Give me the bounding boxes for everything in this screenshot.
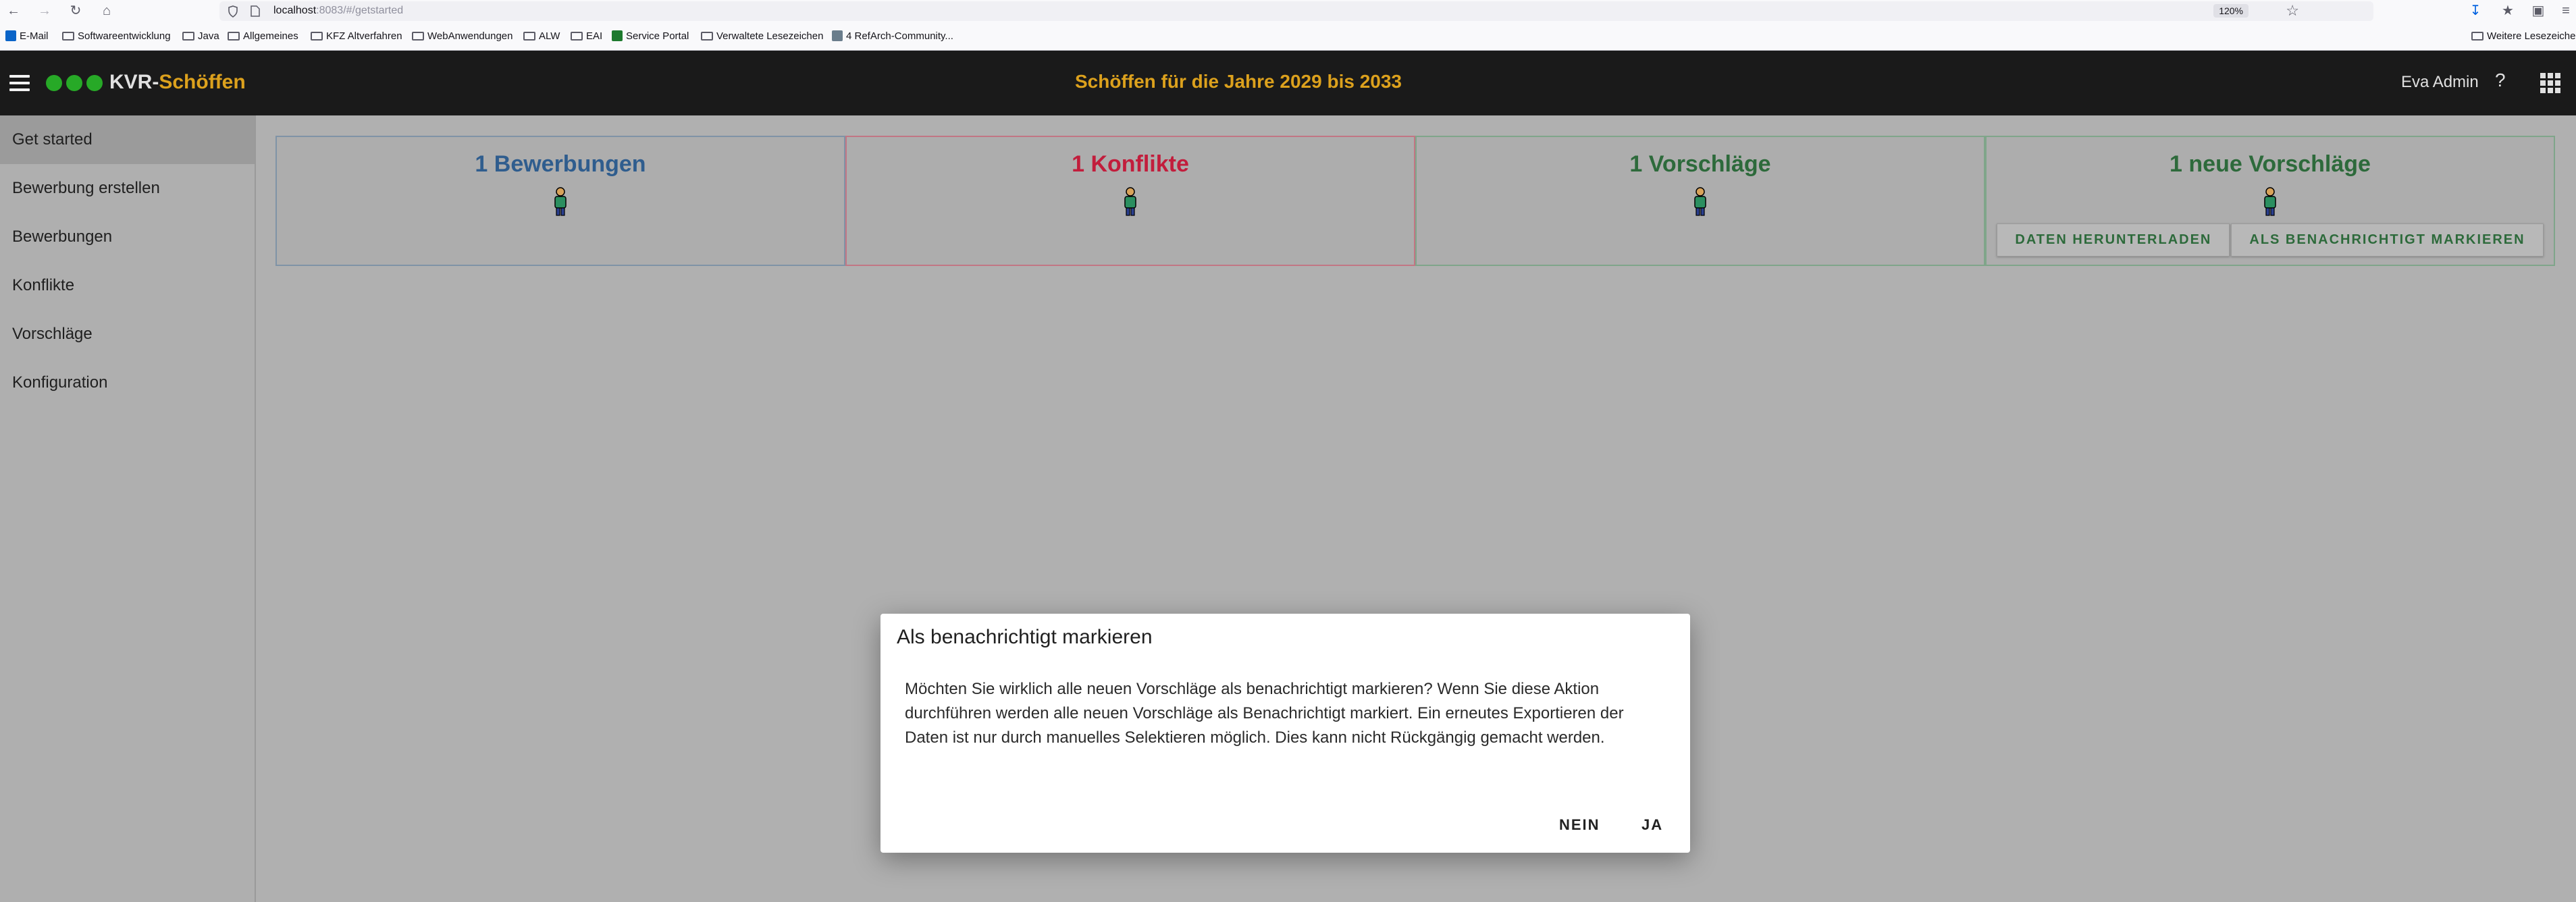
bookmarks-bar: E-Mail Softwareentwicklung Java Allgemei… [0,22,2576,51]
bookmark-folder[interactable]: Softwareentwicklung [62,30,171,42]
dialog-title: Als benachrichtigt markieren [897,626,1153,648]
bookmark-label: Weitere Lesezeichen [2487,30,2576,42]
sidebar-item-konflikte[interactable]: Konflikte [0,261,255,310]
shield-icon [228,5,238,18]
folder-icon [523,32,535,41]
folder-icon [412,32,424,41]
bookmark-folder[interactable]: Allgemeines [228,30,298,42]
folder-icon [182,32,194,41]
bookmark-refarch[interactable]: 4 RefArch-Community... [832,30,953,42]
card-neue-vorschlaege: 1 neue Vorschläge DATEN HERUNTERLADEN ALS… [1985,136,2555,266]
person-icon [1124,187,1136,216]
url-text[interactable]: localhost:8083/#/getstarted [273,5,403,17]
bookmark-label: ALW [539,30,560,42]
browser-toolbar: ← → ↻ ⌂ localhost:8083/#/getstarted 120%… [0,0,2576,23]
download-icon[interactable]: ↧ [2466,1,2485,20]
bookmark-label: EAI [586,30,603,42]
bookmark-label: Allgemeines [243,30,298,42]
card-title: 1 Vorschläge [1629,151,1771,177]
bookmark-label: Java [198,30,219,42]
sidebar: Get started Bewerbung erstellen Bewerbun… [0,115,256,902]
reload-icon[interactable]: ↻ [66,1,85,20]
folder-icon [571,32,583,41]
url-path: :8083/#/getstarted [316,5,404,16]
user-name[interactable]: Eva Admin [2401,73,2479,92]
person-icon [554,187,567,216]
url-bar[interactable]: localhost:8083/#/getstarted 120% ☆ [219,1,2373,21]
download-data-button[interactable]: DATEN HERUNTERLADEN [1997,223,2230,257]
person-icon [1694,187,1706,216]
bookmark-folder[interactable]: Java [182,30,219,42]
no-button[interactable]: NEIN [1552,812,1607,838]
extension-icon[interactable]: ★ [2498,1,2517,20]
card-konflikte[interactable]: 1 Konflikte [845,136,1415,266]
bookmark-label: Verwaltete Lesezeichen [716,30,824,42]
page-icon [251,5,260,17]
app-bar: KVR-Schöffen Schöffen für die Jahre 2029… [0,51,2576,115]
zoom-level[interactable]: 120% [2213,4,2249,18]
bookmark-folder[interactable]: WebAnwendungen [412,30,513,42]
help-icon[interactable]: ? [2495,70,2506,91]
card-vorschlaege[interactable]: 1 Vorschläge [1415,136,1985,266]
card-actions: DATEN HERUNTERLADEN ALS BENACHRICHTIGT MA… [1987,223,2554,257]
period-title: Schöffen für die Jahre 2029 bis 2033 [1075,71,1402,92]
bookmark-service-portal[interactable]: Service Portal [612,30,689,42]
sidebar-item-bewerbung-erstellen[interactable]: Bewerbung erstellen [0,164,255,213]
confirm-dialog: Als benachrichtigt markieren Möchten Sie… [880,614,1690,853]
back-icon[interactable]: ← [4,1,23,20]
bookmark-label: E-Mail [20,30,49,42]
person-icon [2264,187,2276,216]
card-bewerbungen[interactable]: 1 Bewerbungen [275,136,845,266]
sidebar-item-vorschlaege[interactable]: Vorschläge [0,310,255,359]
url-host: localhost [273,5,317,16]
folder-icon [62,32,74,41]
bookmark-label: 4 RefArch-Community... [846,30,953,42]
mark-notified-button[interactable]: ALS BENACHRICHTIGT MARKIEREN [2231,223,2544,257]
home-icon[interactable]: ⌂ [97,1,116,20]
folder-icon [701,32,713,41]
folder-icon [311,32,323,41]
apps-grid-icon[interactable] [2540,73,2560,93]
outlook-icon [5,30,16,41]
bookmark-folder[interactable]: ALW [523,30,560,42]
folder-icon [228,32,240,41]
yes-button[interactable]: JA [1635,812,1670,838]
card-title: 1 neue Vorschläge [2170,151,2371,177]
bookmark-email[interactable]: E-Mail [5,30,49,42]
sidebar-item-konfiguration[interactable]: Konfiguration [0,359,255,407]
other-bookmarks[interactable]: Weitere Lesezeichen [2471,30,2576,42]
bookmark-label: Softwareentwicklung [78,30,171,42]
sidebar-item-bewerbungen[interactable]: Bewerbungen [0,213,255,261]
bookmark-folder[interactable]: KFZ Altverfahren [311,30,402,42]
dialog-message: Möchten Sie wirklich alle neuen Vorschlä… [905,680,1624,747]
folder-icon [2471,32,2483,41]
sidebar-item-get-started[interactable]: Get started [0,115,255,164]
bookmark-label: Service Portal [626,30,689,42]
bookmark-label: KFZ Altverfahren [326,30,402,42]
bookmark-label: WebAnwendungen [427,30,513,42]
forward-icon[interactable]: → [35,1,54,20]
bookmark-folder[interactable]: EAI [571,30,602,42]
star-icon[interactable]: ☆ [2286,2,2299,20]
hamburger-menu-icon[interactable]: ≡ [2556,1,2575,20]
site-icon [612,30,623,41]
bookmark-folder[interactable]: Verwaltete Lesezeichen [701,30,823,42]
puzzle-icon[interactable]: ▣ [2529,1,2548,20]
card-title: 1 Konflikte [1072,151,1189,177]
card-title: 1 Bewerbungen [475,151,646,177]
site-icon [832,30,843,41]
